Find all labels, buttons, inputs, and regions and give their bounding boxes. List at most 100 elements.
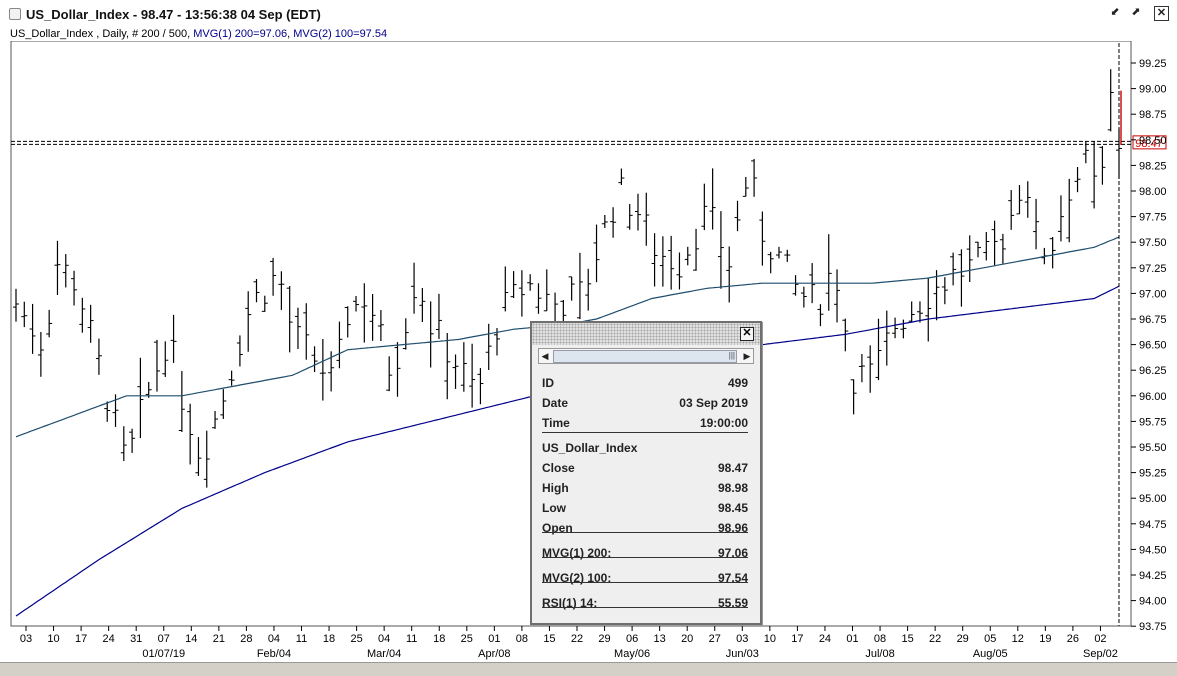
- y-tick-label: 94.50: [1139, 544, 1167, 556]
- x-tick-label: 19: [1039, 633, 1051, 645]
- row-value: 03 Sep 2019: [679, 396, 748, 410]
- x-tick-label: 17: [75, 633, 87, 645]
- data-window[interactable]: ✕ ◀ ||| ▶ ID 499 Date 03 Sep 2019 Time 19:00:…: [530, 321, 762, 625]
- row-label: Close: [542, 461, 575, 475]
- time-scroll-strip[interactable]: [0, 662, 1177, 676]
- row-label: Time: [542, 416, 570, 430]
- x-month-label: Aug/05: [973, 648, 1008, 660]
- row-value: 98.47: [717, 461, 748, 475]
- scroll-thumb[interactable]: [553, 350, 737, 363]
- y-tick-label: 94.00: [1139, 596, 1167, 608]
- y-tick-label: 96.00: [1139, 391, 1167, 403]
- y-tick-label: 98.25: [1139, 160, 1167, 172]
- x-tick-label: 03: [736, 633, 748, 645]
- close-icon: ✕: [742, 327, 752, 339]
- y-tick-label: 93.75: [1139, 621, 1167, 633]
- y-tick-label: 97.00: [1139, 288, 1167, 300]
- restore-icon: ⬋: [1110, 6, 1120, 18]
- y-tick-label: 96.25: [1139, 365, 1167, 377]
- mvg1-info: MVG(1) 200=97.06: [193, 28, 288, 40]
- x-tick-label: 07: [158, 633, 170, 645]
- x-month-label: Sep/02: [1083, 648, 1118, 660]
- data-window-header[interactable]: ✕: [532, 323, 760, 345]
- y-tick-label: 96.75: [1139, 314, 1167, 326]
- row-value: 19:00:00: [699, 416, 748, 430]
- data-window-separator: [542, 582, 748, 583]
- x-tick-label: 10: [47, 633, 59, 645]
- y-tick-label: 95.00: [1139, 493, 1167, 505]
- x-month-label: Jun/03: [726, 648, 759, 660]
- x-tick-label: 29: [598, 633, 610, 645]
- x-tick-label: 04: [268, 633, 280, 645]
- window-title-bar: US_Dollar_Index - 98.47 - 13:56:38 04 Se…: [0, 0, 1177, 29]
- x-tick-label: 25: [350, 633, 362, 645]
- y-tick-label: 97.75: [1139, 212, 1167, 224]
- y-tick-label: 98.00: [1139, 186, 1167, 198]
- mvg2-info: MVG(2) 100=97.54: [293, 28, 388, 40]
- row-label: US_Dollar_Index: [542, 441, 638, 455]
- data-window-row: Open 98.96: [542, 520, 748, 536]
- x-month-label: Jul/08: [865, 648, 894, 660]
- close-icon: ✕: [1156, 7, 1167, 19]
- x-tick-label: 01: [846, 633, 858, 645]
- x-tick-label: 02: [1094, 633, 1106, 645]
- row-label: Date: [542, 396, 569, 410]
- y-tick-label: 97.50: [1139, 237, 1167, 249]
- y-tick-label: 97.25: [1139, 263, 1167, 275]
- close-button[interactable]: ✕: [1154, 6, 1169, 21]
- y-tick-label: 94.25: [1139, 570, 1167, 582]
- x-tick-label: 26: [1067, 633, 1079, 645]
- x-tick-label: 24: [819, 633, 831, 645]
- data-window-separator: [542, 607, 748, 608]
- x-tick-label: 12: [1012, 633, 1024, 645]
- data-window-row: High 98.98: [542, 480, 748, 496]
- x-tick-label: 11: [406, 633, 417, 645]
- window-title: US_Dollar_Index - 98.47 - 13:56:38 04 Se…: [26, 7, 321, 22]
- x-tick-label: 04: [378, 633, 390, 645]
- x-tick-label: 14: [185, 633, 197, 645]
- y-tick-label: 98.50: [1139, 135, 1167, 147]
- x-tick-label: 13: [654, 633, 666, 645]
- y-tick-label: 99.25: [1139, 58, 1167, 70]
- x-tick-label: 03: [20, 633, 32, 645]
- app-icon: [9, 8, 21, 20]
- data-window-row: US_Dollar_Index: [542, 440, 748, 456]
- maximize-icon: ⬈: [1131, 6, 1141, 18]
- x-tick-label: 28: [240, 633, 252, 645]
- row-value: 98.96: [717, 521, 748, 535]
- grip-icon: |||: [728, 351, 735, 360]
- x-tick-label: 22: [571, 633, 583, 645]
- x-tick-label: 18: [433, 633, 445, 645]
- x-tick-label: 05: [984, 633, 996, 645]
- scroll-right-icon[interactable]: ▶: [741, 349, 753, 363]
- data-window-row: Time 19:00:00: [542, 415, 748, 431]
- chart-info-bar: US_Dollar_Index , Daily, # 200 / 500, MV…: [0, 28, 1177, 41]
- x-tick-label: 25: [461, 633, 473, 645]
- x-tick-label: 01: [488, 633, 500, 645]
- y-tick-label: 99.00: [1139, 84, 1167, 96]
- row-value: 55.59: [717, 596, 748, 610]
- x-tick-label: 17: [791, 633, 803, 645]
- x-tick-label: 31: [130, 633, 142, 645]
- x-tick-label: 11: [296, 633, 307, 645]
- chart-info-prefix: US_Dollar_Index , Daily, # 200 / 500,: [10, 28, 194, 40]
- x-tick-label: 08: [874, 633, 886, 645]
- x-tick-label: 15: [543, 633, 555, 645]
- y-tick-label: 95.50: [1139, 442, 1167, 454]
- y-tick-label: 95.75: [1139, 416, 1167, 428]
- scroll-left-icon[interactable]: ◀: [539, 349, 551, 363]
- maximize-button[interactable]: ⬈: [1129, 6, 1143, 20]
- data-window-scrollbar[interactable]: ◀ ||| ▶: [538, 348, 754, 364]
- data-window-row: MVG(2) 100: 97.54: [542, 570, 748, 586]
- x-month-label: Apr/08: [478, 648, 510, 660]
- row-value: 97.06: [717, 546, 748, 560]
- data-window-close-button[interactable]: ✕: [740, 327, 754, 341]
- y-tick-label: 94.75: [1139, 519, 1167, 531]
- x-month-label: May/06: [614, 648, 650, 660]
- data-window-separator: [542, 532, 748, 533]
- x-tick-label: 10: [764, 633, 776, 645]
- x-tick-label: 29: [957, 633, 969, 645]
- x-month-label: Feb/04: [257, 648, 291, 660]
- restore-button[interactable]: ⬋: [1108, 6, 1122, 20]
- row-label: High: [542, 481, 569, 495]
